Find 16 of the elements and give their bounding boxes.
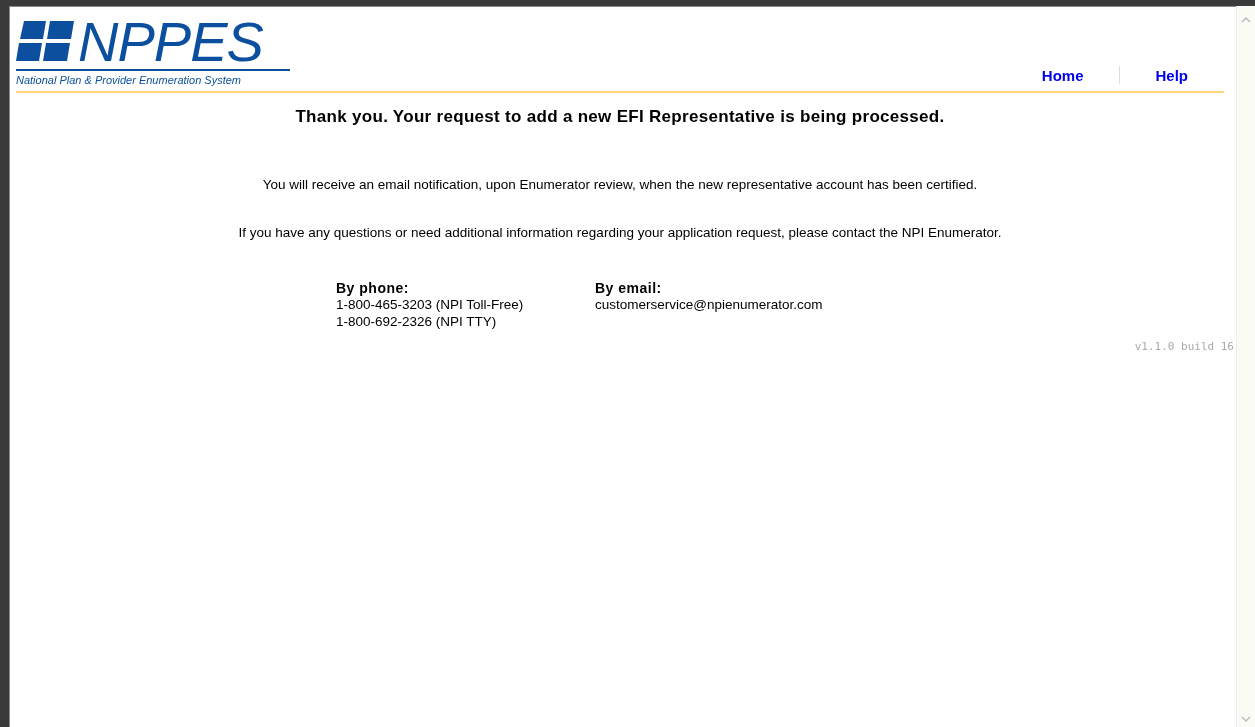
- logo-subtitle: National Plan & Provider Enumeration System: [16, 69, 290, 86]
- contact-line: 1-800-692-2326 (NPI TTY): [336, 313, 498, 330]
- info-paragraph: If you have any questions or need additional information regarding your application request, please contact the NPI Enumerator.: [237, 225, 1003, 240]
- contact-line: customerservice@npienumerator.com: [595, 296, 823, 313]
- logo-blocks-icon: [16, 21, 74, 63]
- info-paragraph: You will receive an email notification, upon Enumerator review, when the new representative account has been certified.: [261, 177, 979, 192]
- contact-title: By phone:: [336, 280, 410, 296]
- nav-link[interactable]: Home: [1006, 66, 1120, 84]
- contact-title: By email:: [595, 280, 663, 296]
- confirmation-heading: Thank you. Your request to add a new EFI Representative is being processed.: [294, 107, 946, 127]
- nav-link[interactable]: Help: [1120, 66, 1224, 84]
- scroll-up-icon[interactable]: [1241, 16, 1251, 24]
- logo-title: NPPES: [78, 15, 263, 69]
- version-label: v1.1.0 build 16: [1134, 340, 1234, 353]
- scroll-down-icon[interactable]: [1241, 715, 1251, 723]
- contact-line: 1-800-465-3203 (NPI Toll-Free): [336, 296, 525, 313]
